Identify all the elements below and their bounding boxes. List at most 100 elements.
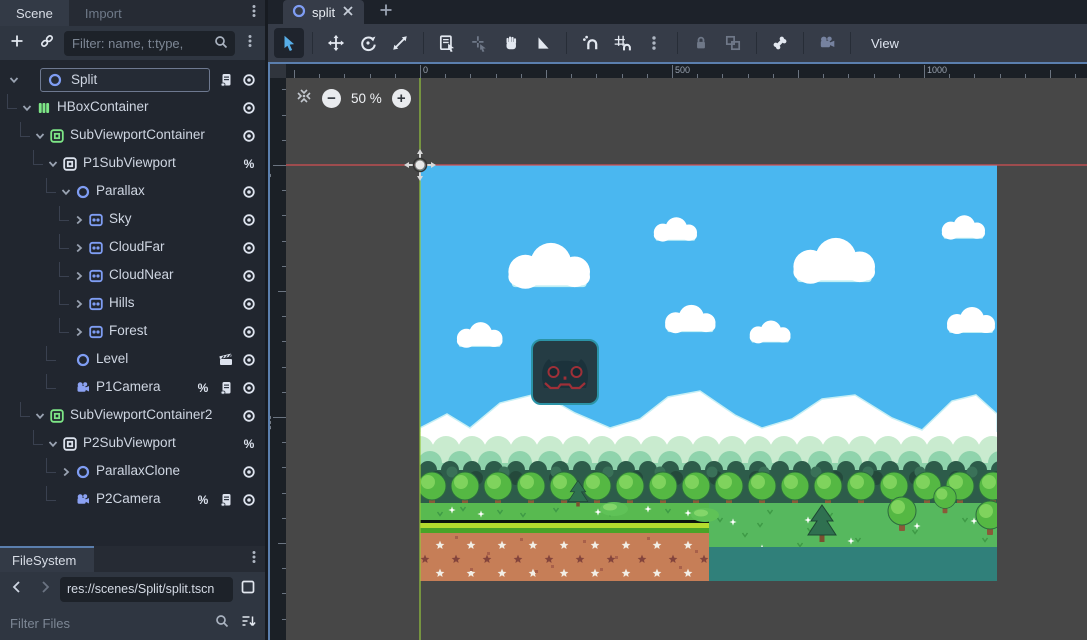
visibility-toggle-icon[interactable]: [241, 240, 257, 256]
chevron-right-icon[interactable]: [71, 296, 87, 312]
select-tool[interactable]: [274, 28, 304, 58]
tree-row-subviewportcontainer2[interactable]: SubViewportContainer2: [0, 402, 265, 430]
tree-row-cloudfar[interactable]: CloudFar: [0, 234, 265, 262]
fs-filter-input[interactable]: Filter Files: [10, 616, 209, 631]
toolbar-separator: [803, 32, 804, 54]
viewport-canvas[interactable]: − 50 % +: [286, 78, 1087, 640]
scene-filter-input[interactable]: Filter: name, t:type,: [64, 31, 235, 56]
chevron-down-icon[interactable]: [6, 72, 22, 88]
position-select-tool[interactable]: [464, 28, 494, 58]
chevron-right-icon[interactable]: [71, 212, 87, 228]
chevron-right-icon[interactable]: [71, 268, 87, 284]
visibility-toggle-icon[interactable]: [241, 464, 257, 480]
visibility-toggle-icon[interactable]: [241, 296, 257, 312]
visibility-toggle-icon[interactable]: [241, 408, 257, 424]
zoom-level-label[interactable]: 50 %: [351, 91, 382, 106]
visibility-toggle-icon[interactable]: [241, 380, 257, 396]
center-view-icon[interactable]: [296, 88, 312, 109]
node-label: HBoxContainer: [57, 99, 149, 114]
skeleton-options-menu[interactable]: [765, 28, 795, 58]
visibility-toggle-icon[interactable]: [241, 212, 257, 228]
player-character: [532, 340, 598, 404]
visibility-toggle-icon[interactable]: [241, 268, 257, 284]
visibility-toggle-icon[interactable]: [241, 492, 257, 508]
tree-row-cloudnear[interactable]: CloudNear: [0, 262, 265, 290]
tab-filesystem[interactable]: FileSystem: [0, 546, 94, 572]
subviewport-node-icon: [62, 156, 78, 172]
smart-snap-toggle[interactable]: [575, 28, 605, 58]
tab-import[interactable]: Import: [69, 0, 138, 26]
svg-text:%: %: [198, 493, 209, 507]
node-label: P1SubViewport: [83, 155, 176, 170]
instance-scene-button[interactable]: [34, 30, 60, 56]
chevron-down-icon[interactable]: [32, 128, 48, 144]
new-scene-tab-button[interactable]: [378, 0, 394, 24]
tree-row-parallaxclone[interactable]: ParallaxClone: [0, 458, 265, 486]
snap-options-menu[interactable]: [639, 28, 669, 58]
search-icon: [213, 34, 229, 53]
ruler-tool[interactable]: [528, 28, 558, 58]
chevron-down-icon[interactable]: [45, 436, 61, 452]
visibility-toggle-icon[interactable]: [241, 128, 257, 144]
fs-path-input[interactable]: res://scenes/Split/split.tscn: [60, 577, 233, 602]
tab-scene[interactable]: Scene: [0, 0, 69, 26]
fs-split-mode-button[interactable]: [235, 576, 261, 602]
tree-row-p1camera[interactable]: P1Camera%: [0, 374, 265, 402]
scene-tab-split[interactable]: split: [283, 0, 364, 24]
node-label: Forest: [109, 323, 147, 338]
rotate-tool[interactable]: [353, 28, 383, 58]
chevron-down-icon[interactable]: [32, 408, 48, 424]
add-node-button[interactable]: [4, 30, 30, 56]
grid-snap-toggle[interactable]: [607, 28, 637, 58]
chevron-down-icon[interactable]: [19, 100, 35, 116]
svc-node-icon: [49, 408, 65, 424]
fs-forward-button[interactable]: [32, 576, 58, 602]
ruler-corner: [270, 64, 286, 78]
lock-selected-button[interactable]: [686, 28, 716, 58]
tree-row-p1subviewport[interactable]: P1SubViewport%: [0, 150, 265, 178]
scene-tree-toolbar: Filter: name, t:type,: [0, 26, 265, 60]
open-scene-icon[interactable]: [218, 352, 234, 368]
tree-row-p2camera[interactable]: P2Camera%: [0, 486, 265, 514]
fs-sort-button[interactable]: [235, 610, 261, 636]
visibility-toggle-icon[interactable]: [241, 324, 257, 340]
chevron-right-icon[interactable]: [71, 240, 87, 256]
override-camera-button[interactable]: [812, 28, 842, 58]
tree-row-split[interactable]: Split: [0, 66, 265, 94]
move-tool[interactable]: [321, 28, 351, 58]
scale-tool[interactable]: [385, 28, 415, 58]
node-rename-field[interactable]: Split: [40, 68, 210, 92]
zoom-out-button[interactable]: −: [322, 89, 341, 108]
visibility-toggle-icon[interactable]: [241, 72, 257, 88]
close-icon[interactable]: [340, 3, 356, 22]
view-menu[interactable]: View: [859, 36, 911, 51]
scene-filter-placeholder: Filter: name, t:type,: [72, 36, 213, 51]
chevron-right-icon[interactable]: [71, 324, 87, 340]
chevron-right-icon[interactable]: [58, 464, 74, 480]
group-selected-button[interactable]: [718, 28, 748, 58]
tree-row-hills[interactable]: Hills: [0, 290, 265, 318]
chevron-down-icon[interactable]: [45, 156, 61, 172]
visibility-toggle-icon[interactable]: [241, 100, 257, 116]
visibility-toggle-icon[interactable]: [241, 352, 257, 368]
tree-row-p2subviewport[interactable]: P2SubViewport%: [0, 430, 265, 458]
tree-row-parallax[interactable]: Parallax: [0, 178, 265, 206]
fs-back-button[interactable]: [4, 576, 30, 602]
pan-tool[interactable]: [496, 28, 526, 58]
canvas-toolbar: View: [268, 24, 1087, 62]
tree-row-subviewportcontainer[interactable]: SubViewportContainer: [0, 122, 265, 150]
tree-row-hboxcontainer[interactable]: HBoxContainer: [0, 94, 265, 122]
ruler-vertical: 0500: [270, 78, 286, 640]
tree-row-forest[interactable]: Forest: [0, 318, 265, 346]
scene-tree-menu-icon[interactable]: [239, 33, 261, 54]
visibility-toggle-icon[interactable]: [241, 184, 257, 200]
filesystem-menu-icon[interactable]: [243, 546, 265, 572]
list-select-tool[interactable]: [432, 28, 462, 58]
tree-row-sky[interactable]: Sky: [0, 206, 265, 234]
zoom-in-button[interactable]: +: [392, 89, 411, 108]
node-label: SubViewportContainer2: [70, 407, 212, 422]
script-icon: [218, 492, 234, 508]
tree-row-level[interactable]: Level: [0, 346, 265, 374]
chevron-down-icon[interactable]: [58, 184, 74, 200]
scene-dock-menu-icon[interactable]: [243, 0, 265, 26]
